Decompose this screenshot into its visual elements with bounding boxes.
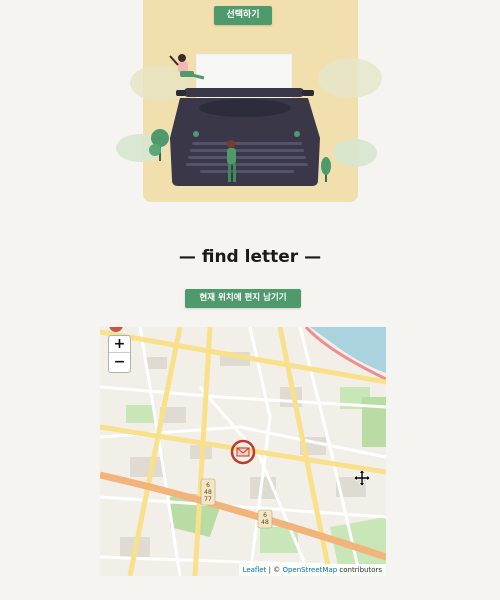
letter-marker-icon[interactable] — [230, 439, 256, 465]
leave-letter-here-button[interactable]: 현재 위치에 편지 남기기 — [185, 289, 301, 308]
attribution-separator: | © — [266, 566, 283, 574]
zoom-out-button[interactable]: − — [109, 353, 130, 371]
typewriter-illustration — [116, 53, 382, 186]
map[interactable]: 6 48 77 6 48 + − Leaflet | © OpenStreetM… — [100, 327, 386, 576]
zoom-control: + − — [108, 335, 131, 373]
attribution-suffix: contributors — [337, 566, 382, 574]
svg-text:6: 6 — [206, 482, 210, 489]
find-letter-heading: — find letter — — [178, 247, 322, 267]
leaflet-link[interactable]: Leaflet — [243, 566, 267, 574]
move-cursor-icon — [354, 470, 370, 486]
openstreetmap-link[interactable]: OpenStreetMap — [282, 566, 337, 574]
svg-text:48: 48 — [204, 489, 212, 496]
map-attribution: Leaflet | © OpenStreetMap contributors — [238, 564, 386, 576]
svg-text:48: 48 — [261, 519, 269, 526]
page: 선택하기 — find letter — 현재 위치에 편지 남기기 6 48 … — [0, 0, 500, 600]
svg-text:6: 6 — [263, 512, 267, 519]
svg-text:77: 77 — [204, 496, 212, 503]
zoom-in-button[interactable]: + — [109, 336, 130, 353]
select-button[interactable]: 선택하기 — [214, 6, 272, 25]
